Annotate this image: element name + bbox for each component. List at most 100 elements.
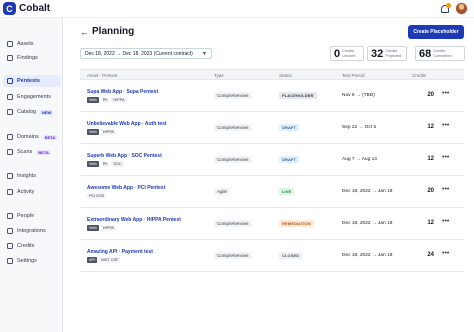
asset-tag: PCI DSS [87,193,107,199]
sidebar-item-label: Engagements [17,94,51,100]
table-row[interactable]: Extraordinary Web App · HIPPA Pentest Web… [80,208,464,240]
sidebar-item-label: Integrations [17,228,46,234]
logo-text: Cobalt [19,3,51,14]
more-options-icon[interactable]: ••• [442,250,449,257]
credits-committed-value: 68 [419,47,432,60]
grid-icon [7,109,13,115]
credits-committed: 68 Credits Committed [415,46,465,61]
more-options-icon[interactable]: ••• [442,218,449,225]
credits-value: 20 [427,92,434,98]
more-options-icon[interactable]: ••• [442,90,449,97]
sidebar-item-insights[interactable]: Insights [3,170,61,182]
more-options-icon[interactable]: ••• [442,186,449,193]
column-header-status[interactable]: Status [279,73,292,78]
logo-mark: C [3,2,16,15]
chart-icon [7,173,13,179]
sidebar-item-label: Assets [17,41,34,47]
sidebar-item-label: Settings [17,258,37,264]
coin-icon [7,243,13,249]
sidebar-item-label: People [17,213,35,219]
asset-tags: Web PII SOC [87,161,124,167]
more-options-icon[interactable]: ••• [442,122,449,129]
plug-icon [7,228,13,234]
credits-value: 12 [427,124,434,130]
sidebar-item-label: Activity [17,189,35,195]
asset-tag: Web [87,161,99,167]
top-bar: C Cobalt [0,0,474,18]
column-header-credits[interactable]: Credits [412,73,426,78]
table-row[interactable]: Unbelievable Web App · Auth test Web HIPPA… [80,112,464,144]
status-badge: DRAFT [279,156,300,163]
table-body: Supa Web App · Supa Pentest Web PII HIPPA Co… [80,80,464,272]
column-header-type[interactable]: Type [214,73,224,78]
asset-tag: API [87,257,98,263]
user-avatar[interactable] [455,2,468,15]
pentest-type: Comprehensive [214,124,252,131]
main-content: ← Planning Create Placeholder Dec 18, 20… [64,18,474,332]
asset-tag: PII [100,161,110,167]
sidebar-item-pentests[interactable]: Pentests [3,75,61,87]
sidebar-item-label: Domains [17,134,39,140]
status-badge: REMEDIATION [279,220,314,227]
test-period: Dec 18, 2022 → Jan 18 [342,189,393,194]
box-icon [7,41,13,47]
status-badge: CLOSED [279,252,303,259]
pentest-title-link[interactable]: Extraordinary Web App · HIPPA Pentest [87,217,181,223]
pentest-type: Comprehensive [214,92,252,99]
sidebar-item-people[interactable]: People [3,210,61,222]
sidebar-item-catalog[interactable]: Catalog NEW [3,106,61,118]
column-header-asset[interactable]: Asset · Pentest [87,73,118,78]
table-row[interactable]: Awesome Web App · PCI Pentest PCI DSS Agil… [80,176,464,208]
credits-value: 12 [427,156,434,162]
table-row[interactable]: Superb Web App · SOC Pentest Web PII SOC Com… [80,144,464,176]
asset-tag: HIPPA [100,225,116,231]
shield-icon [7,78,13,84]
create-placeholder-button[interactable]: Create Placeholder [408,25,464,39]
sidebar-item-engagements[interactable]: Engagements [3,91,61,103]
sidebar-item-label: Credits [17,243,35,249]
sidebar-item-scans[interactable]: Scans BETA [3,146,61,158]
credits-value: 20 [427,188,434,194]
asset-tags: API NIST CSF [87,257,121,263]
date-range-select[interactable]: Dec 18, 2022 → Dec 18, 2023 (Current con… [80,48,212,59]
credits-value: 24 [427,252,434,258]
table-header: Asset · Pentest Type Status Test Period … [80,69,464,80]
test-period: Dec 18, 2022 → Jan 18 [342,221,393,226]
people-icon [7,213,13,219]
credits-committed-label: Credits Committed [433,49,452,58]
sidebar-item-activity[interactable]: Activity [3,186,61,198]
pentest-title-link[interactable]: Supa Web App · Supa Pentest [87,89,158,95]
credits-projected: 32 Credits Projected [367,46,408,61]
asset-tag: HIPPA [111,97,127,103]
test-period: Aug 7 → Aug 14 [342,157,377,162]
sidebar-item-settings[interactable]: Settings [3,255,61,267]
table-row[interactable]: Supa Web App · Supa Pentest Web PII HIPPA Co… [80,80,464,112]
sidebar-item-credits[interactable]: Credits [3,240,61,252]
pentest-title-link[interactable]: Unbelievable Web App · Auth test [87,121,167,127]
sidebar-item-findings[interactable]: Findings [3,52,61,64]
asset-tag: NIST CSF [99,257,121,263]
asset-tag: SOC [111,161,124,167]
sidebar-item-domains[interactable]: Domains BETA [3,131,61,143]
credits-unused-value: 0 [334,47,341,60]
pentest-type: Comprehensive [214,156,252,163]
cobalt-logo[interactable]: C Cobalt [3,2,50,15]
table-row[interactable]: Amazing API · Payment test API NIST CSF Com… [80,240,464,272]
pentest-type: Comprehensive [214,220,252,227]
back-arrow-icon[interactable]: ← [80,27,89,37]
asset-tag: Web [87,129,99,135]
sidebar-item-assets[interactable]: Assets [3,38,61,50]
more-options-icon[interactable]: ••• [442,154,449,161]
pentest-title-link[interactable]: Superb Web App · SOC Pentest [87,153,162,159]
pentest-title-link[interactable]: Amazing API · Payment test [87,249,153,255]
column-header-test-period[interactable]: Test Period [342,73,365,78]
briefcase-icon [7,94,13,100]
credits-value: 12 [427,220,434,226]
pulse-icon [7,189,13,195]
sidebar-item-label: Findings [17,55,38,61]
notification-bell-icon[interactable] [439,2,451,15]
sidebar-item-integrations[interactable]: Integrations [3,225,61,237]
credits-unused-label: Credits Unused [342,49,356,58]
pentest-title-link[interactable]: Awesome Web App · PCI Pentest [87,185,165,191]
pentest-type: Agile [214,188,231,195]
